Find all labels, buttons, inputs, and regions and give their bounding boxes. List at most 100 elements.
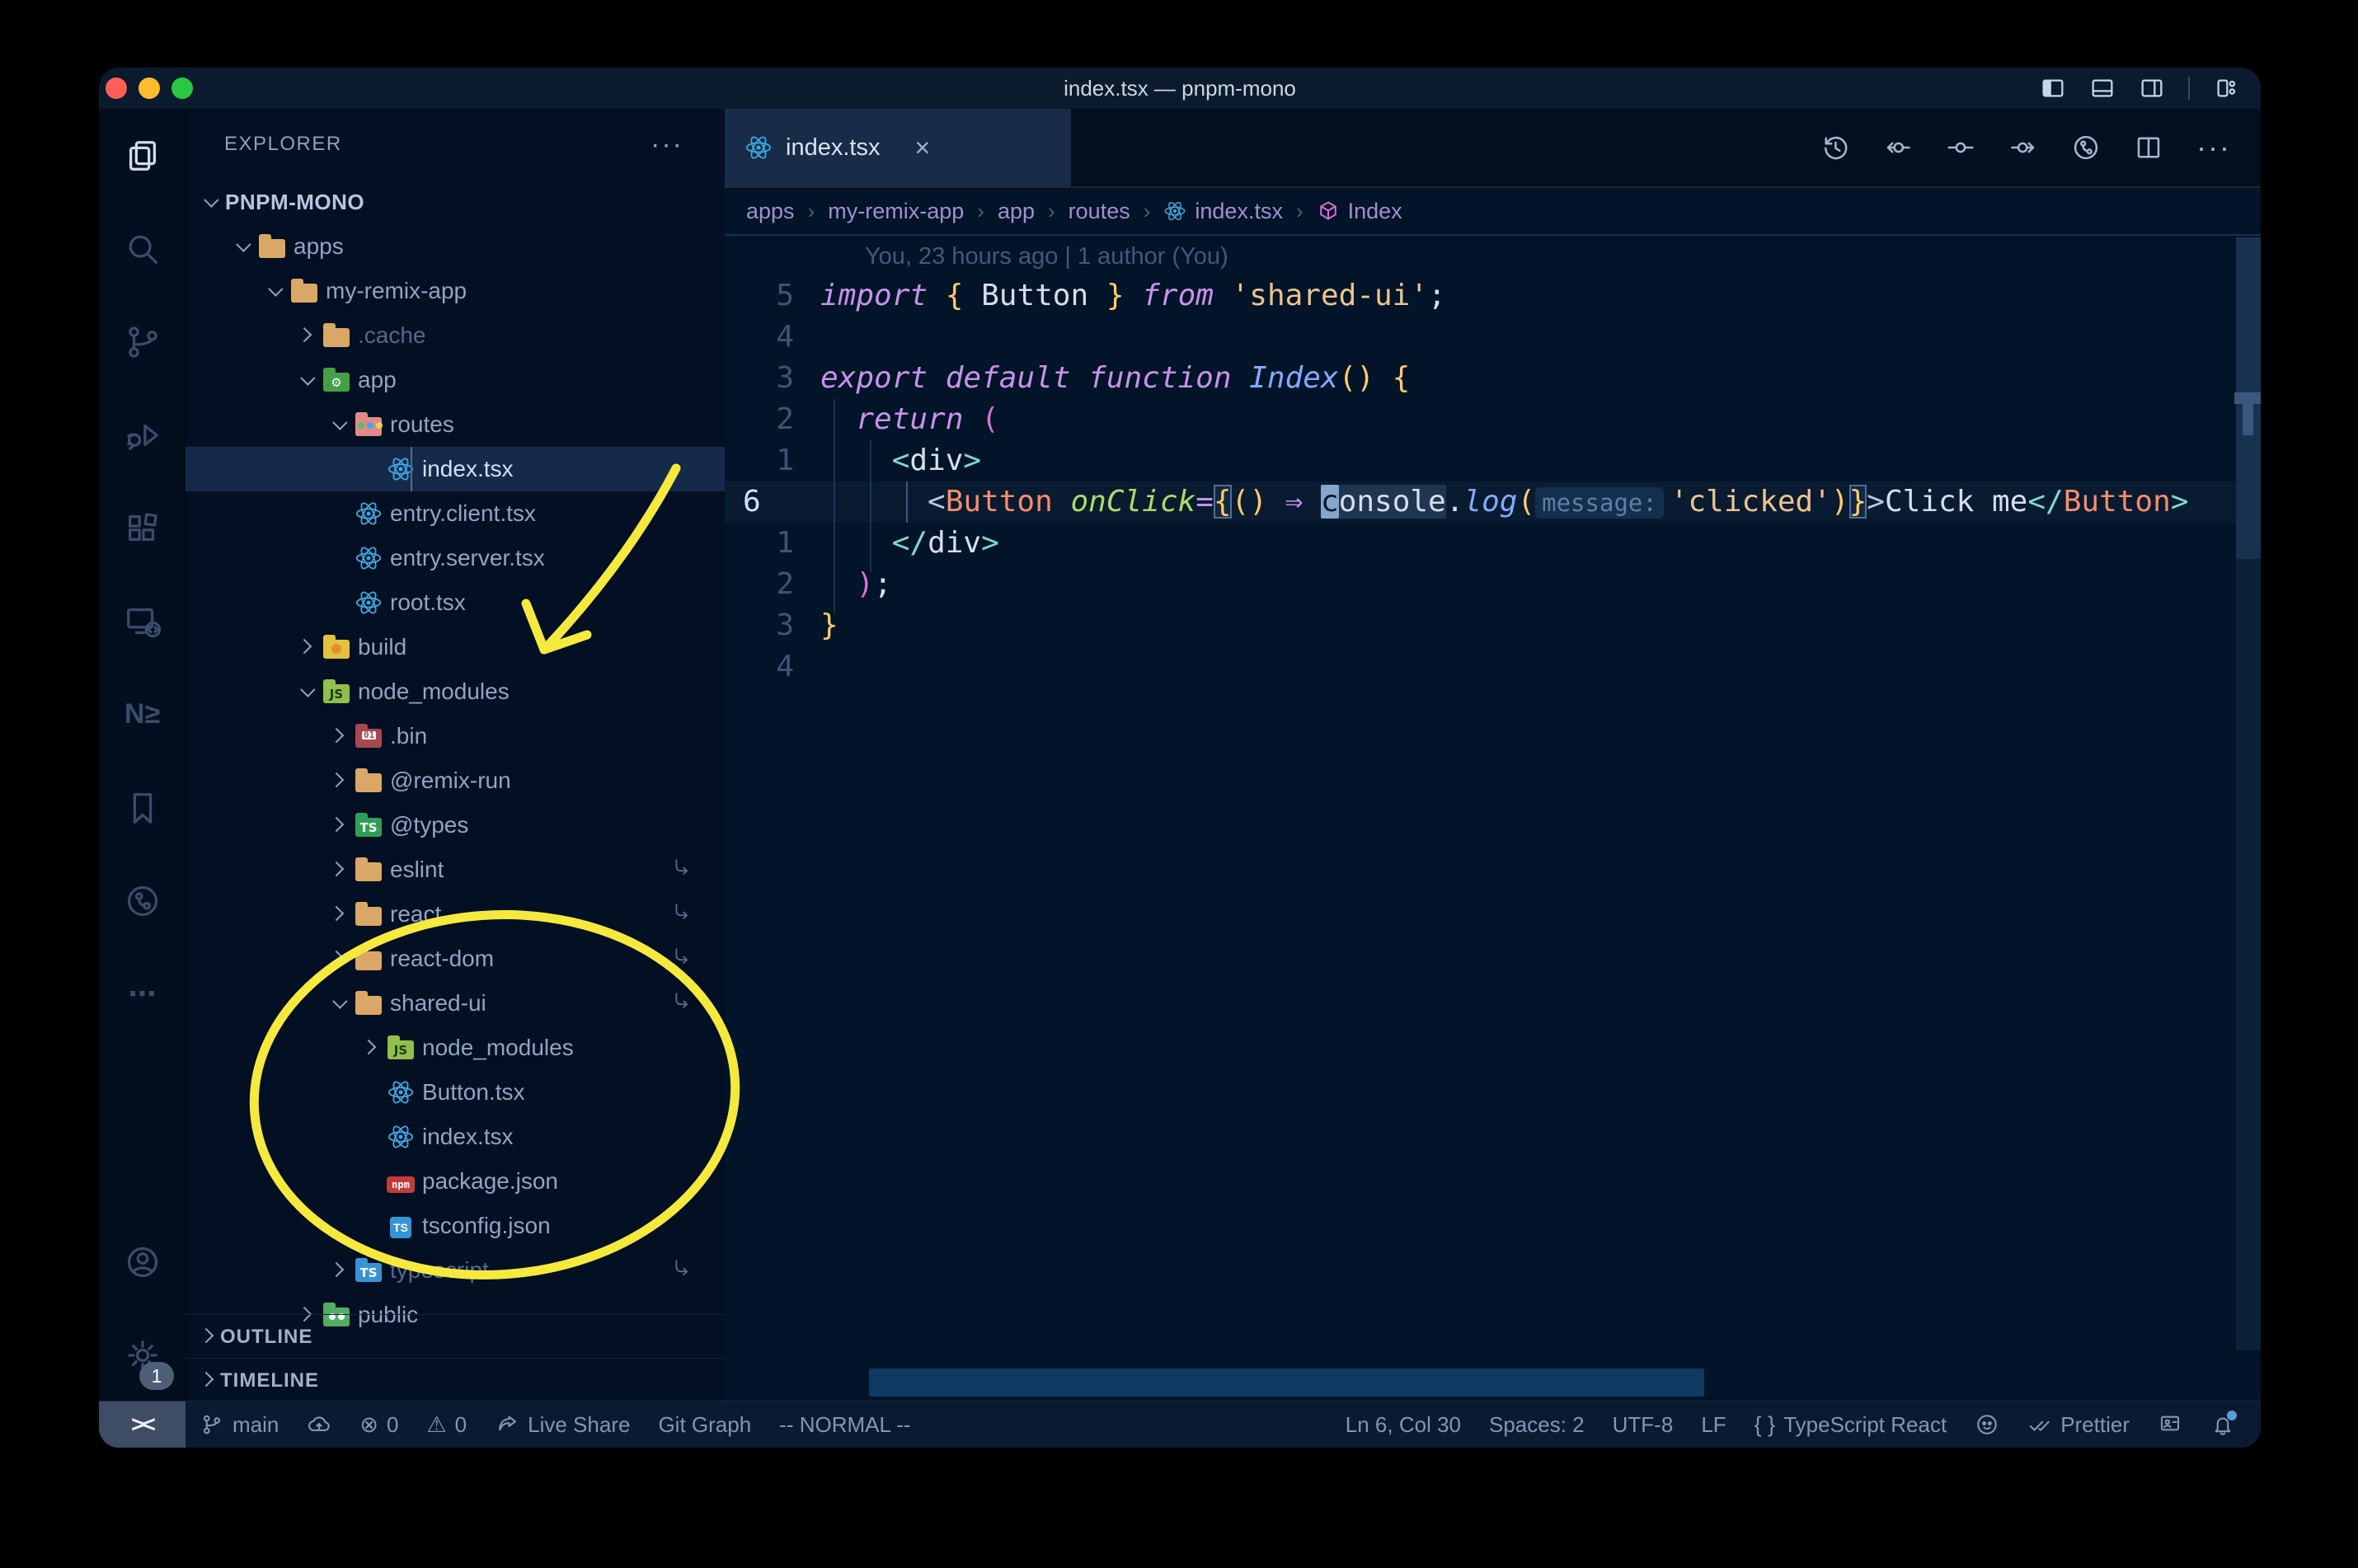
status-item-feedback[interactable]	[2144, 1401, 2196, 1448]
tree-item-typescript[interactable]: TS typescript	[186, 1248, 725, 1293]
activity-item-more[interactable]: ⋯	[99, 947, 186, 1040]
activity-item-source-control[interactable]	[99, 295, 186, 388]
status-item-sync[interactable]	[293, 1401, 345, 1448]
tree-item-react[interactable]: react	[186, 892, 725, 937]
status-item-formatter-prettier[interactable]: Prettier	[2013, 1401, 2144, 1448]
tree-item-routes[interactable]: routes	[186, 402, 725, 447]
explorer-more-actions-icon[interactable]: ···	[651, 129, 683, 161]
tree-item-index.tsx[interactable]: index.tsx	[186, 1115, 725, 1159]
tree-item-@types[interactable]: TS @types	[186, 803, 725, 847]
tree-item-root.tsx[interactable]: root.tsx	[186, 580, 725, 625]
status-item-language-mode[interactable]: { } TypeScript React	[1740, 1401, 1961, 1448]
status-item-eol[interactable]: LF	[1687, 1401, 1740, 1448]
tree-item-entry.client.tsx[interactable]: entry.client.tsx	[186, 491, 725, 536]
status-item-git-branch[interactable]: main	[186, 1401, 293, 1448]
activity-item-nx-console[interactable]: N≥	[99, 668, 186, 761]
breadcrumb-item-routes[interactable]: routes	[1069, 199, 1130, 224]
status-item-remote[interactable]: ><	[99, 1401, 186, 1448]
status-left: >< main ⊗ 0 ⚠ 0 Live Share Git Graph -- NORMAL -…	[99, 1401, 925, 1448]
code-line[interactable]: 2 return (	[725, 399, 2261, 440]
activity-item-run-debug[interactable]	[99, 388, 186, 481]
chevron-right-icon	[360, 1039, 376, 1054]
status-item-extension-octoface[interactable]	[1961, 1401, 2013, 1448]
horizontal-scrollbar[interactable]	[869, 1368, 1704, 1397]
line-number: 3	[776, 361, 794, 395]
code-line[interactable]: 1 <div>	[725, 440, 2261, 481]
status-item-indentation[interactable]: Spaces: 2	[1475, 1401, 1599, 1448]
breadcrumb-item-apps[interactable]: apps	[746, 199, 795, 224]
toggle-secondary-sidebar-icon[interactable]	[2139, 75, 2165, 101]
tree-item-app[interactable]: ⚙ app	[186, 358, 725, 402]
status-item-cursor-position[interactable]: Ln 6, Col 30	[1332, 1401, 1475, 1448]
editor-action-split-editor-icon[interactable]	[2134, 133, 2163, 162]
tree-item-button.tsx[interactable]: Button.tsx	[186, 1070, 725, 1115]
tree-item-node-modules[interactable]: JS node_modules	[186, 1026, 725, 1070]
status-item-live-share[interactable]: Live Share	[481, 1401, 644, 1448]
tree-item-@remix-run[interactable]: @remix-run	[186, 758, 725, 803]
timeline-label: TIMELINE	[220, 1368, 319, 1392]
tab-index-tsx[interactable]: index.tsx ×	[725, 109, 1071, 186]
tree-item-eslint[interactable]: eslint	[186, 847, 725, 892]
tree-item-tsconfig.json[interactable]: TS tsconfig.json	[186, 1204, 725, 1248]
tree-root-pnpm-mono[interactable]: PNPM-MONO	[186, 180, 725, 224]
editor-action-history-icon[interactable]	[1820, 133, 1850, 162]
status-item-warnings[interactable]: ⚠ 0	[412, 1401, 481, 1448]
tree-item-package.json[interactable]: npm package.json	[186, 1159, 725, 1204]
toggle-panel-icon[interactable]	[2089, 75, 2116, 101]
activity-item-search[interactable]	[99, 202, 186, 295]
code-line[interactable]: 1 </div>	[725, 523, 2261, 564]
tree-item-entry.server.tsx[interactable]: entry.server.tsx	[186, 536, 725, 580]
activity-item-extensions[interactable]	[99, 481, 186, 575]
editor-action-commit-next-icon[interactable]	[2008, 133, 2038, 162]
tree-item-my-remix-app[interactable]: my-remix-app	[186, 269, 725, 313]
code-line[interactable]: 3}	[725, 605, 2261, 646]
code-line[interactable]: 3 export default function Index() {	[725, 358, 2261, 399]
nx-console-icon: N≥	[124, 698, 161, 730]
tree-item-apps[interactable]: apps	[186, 224, 725, 269]
timeline-section[interactable]: TIMELINE	[186, 1358, 725, 1402]
symbol-cube-icon	[1317, 200, 1340, 223]
status-item-vim-mode[interactable]: -- NORMAL --	[765, 1401, 924, 1448]
breadcrumb-item-my-remix-app[interactable]: my-remix-app	[828, 199, 964, 224]
customize-layout-icon[interactable]	[2213, 75, 2239, 101]
status-item-encoding[interactable]: UTF-8	[1599, 1401, 1688, 1448]
activity-item-account[interactable]	[99, 1215, 186, 1308]
code-line[interactable]: 2 );	[725, 564, 2261, 605]
tree-item-label: package.json	[422, 1168, 559, 1194]
vertical-scrollbar[interactable]	[2234, 237, 2261, 1350]
activity-item-explorer[interactable]	[99, 109, 186, 202]
code-line[interactable]: 5 import { Button } from 'shared-ui';	[725, 275, 2261, 317]
breadcrumb-item-index.tsx[interactable]: index.tsx	[1163, 199, 1283, 224]
git-blame-annotation: You, 23 hours ago | 1 author (You)	[865, 243, 1228, 270]
tree-item-.bin[interactable]: 01 .bin	[186, 714, 725, 758]
tree-item-.cache[interactable]: .cache	[186, 313, 725, 358]
activity-item-settings[interactable]: 1	[99, 1308, 186, 1401]
tree-item-node-modules[interactable]: JS node_modules	[186, 669, 725, 714]
outline-section[interactable]: OUTLINE	[186, 1314, 725, 1359]
status-item-errors[interactable]: ⊗ 0	[345, 1401, 412, 1448]
status-item-git-graph[interactable]: Git Graph	[644, 1401, 765, 1448]
activity-item-remote-explorer[interactable]	[99, 575, 186, 668]
status-item-notifications[interactable]	[2196, 1401, 2249, 1448]
code-line[interactable]: 4	[725, 317, 2261, 358]
breadcrumb-item-app[interactable]: app	[998, 199, 1035, 224]
editor-action-graph-icon[interactable]	[2071, 133, 2101, 162]
editor-action-more-dots-icon[interactable]: ···	[2196, 130, 2231, 165]
tree-item-build[interactable]: build	[186, 625, 725, 669]
tree-item-react-dom[interactable]: react-dom	[186, 937, 725, 981]
tree-item-shared-ui[interactable]: shared-ui	[186, 981, 725, 1026]
code-area[interactable]: You, 23 hours ago | 1 author (You) 5 impo…	[725, 237, 2261, 1401]
symlink-arrow-icon	[672, 901, 693, 928]
tree-item-index.tsx[interactable]: index.tsx	[186, 447, 725, 491]
activity-item-gitlens[interactable]	[99, 854, 186, 947]
code-line-current[interactable]: 6 <Button onClick={() ⇒ console.log(mess…	[725, 481, 2261, 523]
breadcrumb-item-index[interactable]: Index	[1317, 199, 1402, 224]
double-check-icon	[2027, 1412, 2052, 1437]
editor-action-commit-prev-icon[interactable]	[1883, 133, 1913, 162]
activity-item-bookmarks[interactable]	[99, 761, 186, 854]
window-title: index.tsx — pnpm-mono	[1064, 76, 1296, 101]
toggle-sidebar-icon[interactable]	[2040, 75, 2066, 101]
editor-action-commit-icon[interactable]	[1946, 133, 1975, 162]
code-line[interactable]: 4	[725, 646, 2261, 688]
close-tab-icon[interactable]: ×	[914, 133, 930, 163]
